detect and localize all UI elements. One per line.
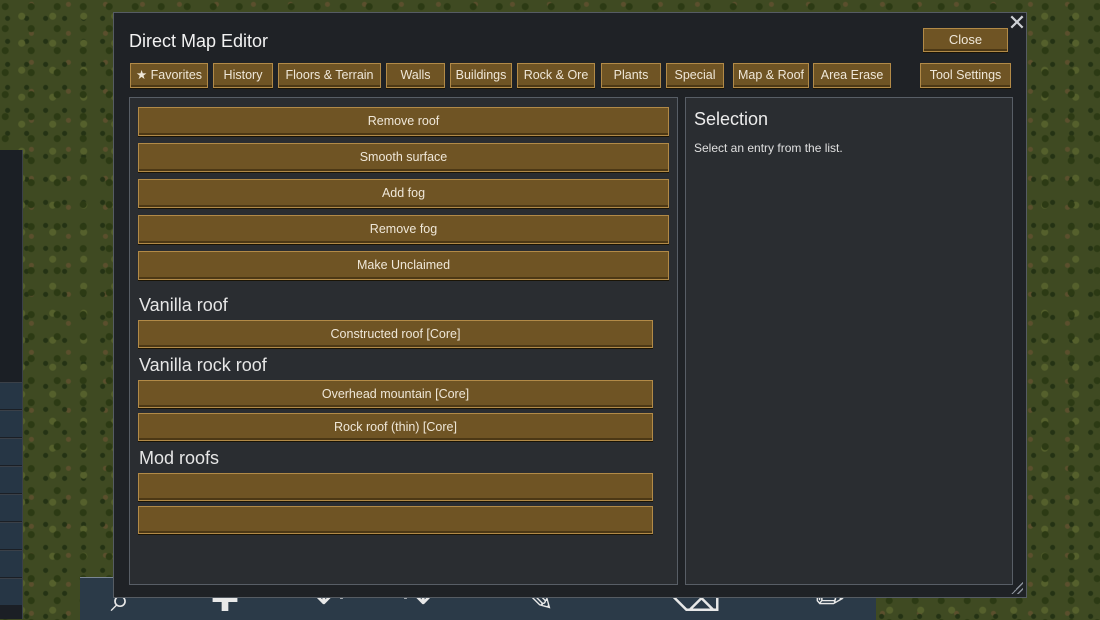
tab-walls[interactable]: Walls	[386, 63, 445, 88]
side-slot[interactable]	[0, 550, 22, 577]
add-fog-button[interactable]: Add fog	[138, 179, 669, 208]
tab-special[interactable]: Special	[666, 63, 724, 88]
make-unclaimed-button[interactable]: Make Unclaimed	[138, 251, 669, 280]
tab-favorites[interactable]: ★ Favorites	[130, 63, 208, 88]
close-button[interactable]: Close	[923, 28, 1008, 52]
section-heading-vanilla-roof: Vanilla roof	[139, 295, 228, 315]
remove-roof-button[interactable]: Remove roof	[138, 107, 669, 136]
side-slot[interactable]	[0, 410, 22, 437]
mod-roof-item[interactable]	[138, 506, 653, 534]
smooth-surface-button[interactable]: Smooth surface	[138, 143, 669, 172]
overhead-mountain-item[interactable]: Overhead mountain [Core]	[138, 380, 653, 408]
side-slot[interactable]	[0, 438, 22, 465]
constructed-roof-item[interactable]: Constructed roof [Core]	[138, 320, 653, 348]
resize-grip-icon[interactable]	[1011, 582, 1023, 594]
side-slot[interactable]	[0, 494, 22, 521]
side-slot[interactable]	[0, 522, 22, 549]
tab-buildings[interactable]: Buildings	[450, 63, 512, 88]
left-side-panel	[0, 150, 23, 619]
tab-floors-terrain[interactable]: Floors & Terrain	[278, 63, 381, 88]
mod-roof-item[interactable]	[138, 473, 653, 501]
side-slot[interactable]	[0, 382, 22, 409]
rock-roof-thin-item[interactable]: Rock roof (thin) [Core]	[138, 413, 653, 441]
entry-list-panel: Remove roof Smooth surface Add fog Remov…	[129, 97, 678, 585]
selection-hint: Select an entry from the list.	[694, 141, 843, 155]
section-heading-vanilla-rock-roof: Vanilla rock roof	[139, 355, 267, 375]
tab-history[interactable]: History	[213, 63, 273, 88]
section-heading-mod-roofs: Mod roofs	[139, 448, 220, 468]
direct-map-editor-window: Direct Map Editor ✕ Close ★ Favorites Hi…	[113, 12, 1027, 598]
tab-map-roof[interactable]: Map & Roof	[733, 63, 809, 88]
side-slot[interactable]	[0, 466, 22, 493]
window-title: Direct Map Editor	[129, 31, 269, 51]
tab-rock-ore[interactable]: Rock & Ore	[517, 63, 595, 88]
remove-fog-button[interactable]: Remove fog	[138, 215, 669, 244]
selection-panel: Selection Select an entry from the list.	[685, 97, 1013, 585]
close-x-icon[interactable]: ✕	[1007, 12, 1027, 34]
tab-area-erase[interactable]: Area Erase	[813, 63, 891, 88]
tab-plants[interactable]: Plants	[601, 63, 661, 88]
selection-title: Selection	[694, 109, 769, 129]
tool-settings-button[interactable]: Tool Settings	[920, 63, 1011, 88]
side-slot[interactable]	[0, 578, 22, 605]
